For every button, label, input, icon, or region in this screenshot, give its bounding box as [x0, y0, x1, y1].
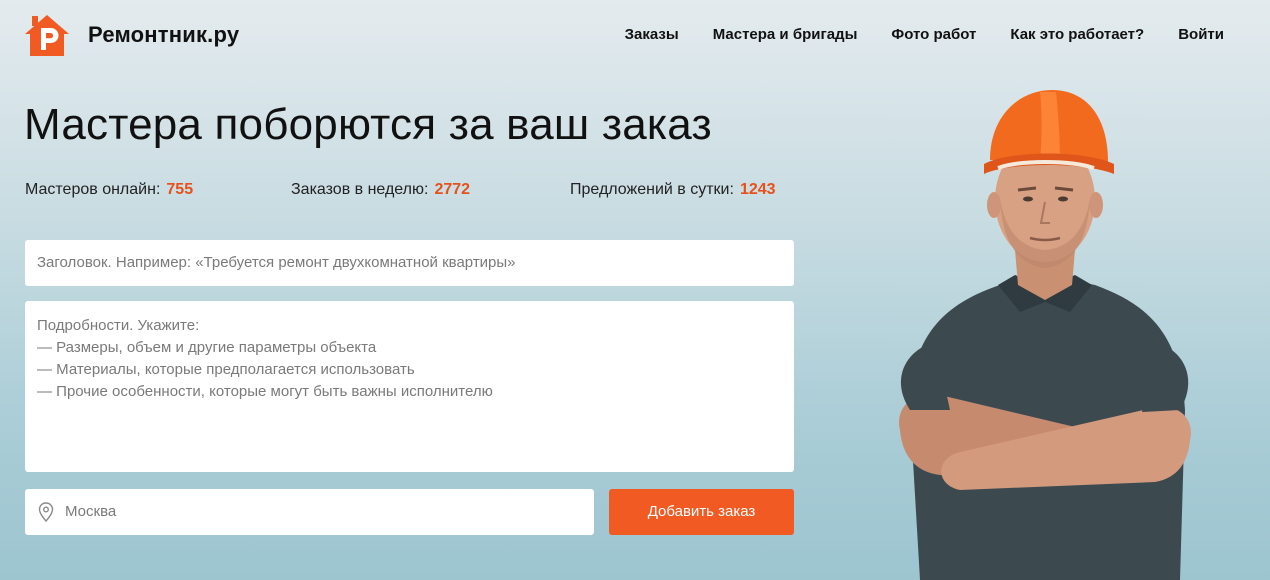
stat-value: 1243 [739, 181, 776, 198]
details-placeholder-line: — Прочие особенности, которые могут быть… [37, 383, 493, 400]
logo-link[interactable]: Ремонтник.ру [24, 12, 239, 58]
house-r-logo-icon [25, 15, 69, 56]
stat-label: Предложений в сутки: [570, 181, 734, 198]
page-title: Мастера поборются за ваш заказ [24, 100, 712, 149]
city-input[interactable]: Москва [25, 489, 594, 535]
details-placeholder-line: — Размеры, объем и другие параметры объе… [37, 339, 377, 356]
site-header: Ремонтник.ру Заказы Мастера и бригады Фо… [0, 0, 1270, 76]
login-link[interactable]: Войти [1178, 26, 1224, 43]
details-placeholder-line: — Материалы, которые предполагается испо… [37, 361, 415, 378]
city-placeholder: Москва [65, 503, 117, 520]
stat-masters-online: Мастеров онлайн: 755 [25, 181, 193, 199]
nav-item-orders[interactable]: Заказы [625, 26, 679, 43]
main-nav: Заказы Мастера и бригады Фото работ Как … [625, 26, 1224, 43]
stat-value: 2772 [434, 181, 471, 198]
stats-bar: Мастеров онлайн: 755 Заказов в неделю: 277… [25, 181, 805, 203]
add-order-button[interactable]: Добавить заказ [609, 489, 794, 535]
order-details-textarea[interactable]: Подробности. Укажите: — Размеры, объем и… [25, 301, 794, 472]
nav-item-photos[interactable]: Фото работ [891, 26, 976, 43]
stat-label: Заказов в неделю: [291, 181, 429, 198]
nav-item-masters[interactable]: Мастера и бригады [713, 26, 858, 43]
stat-label: Мастеров онлайн: [25, 181, 161, 198]
order-title-input[interactable]: Заголовок. Например: «Требуется ремонт д… [25, 240, 794, 286]
nav-item-how-it-works[interactable]: Как это работает? [1010, 26, 1144, 43]
worker-photo [899, 90, 1191, 580]
details-placeholder-line: Подробности. Укажите: [37, 317, 200, 334]
map-pin-icon [38, 502, 54, 522]
stat-offers-day: Предложений в сутки: 1243 [570, 181, 776, 199]
logo-text: Ремонтник.ру [88, 22, 240, 47]
stat-value: 755 [166, 181, 194, 198]
stat-orders-week: Заказов в неделю: 2772 [291, 181, 470, 199]
